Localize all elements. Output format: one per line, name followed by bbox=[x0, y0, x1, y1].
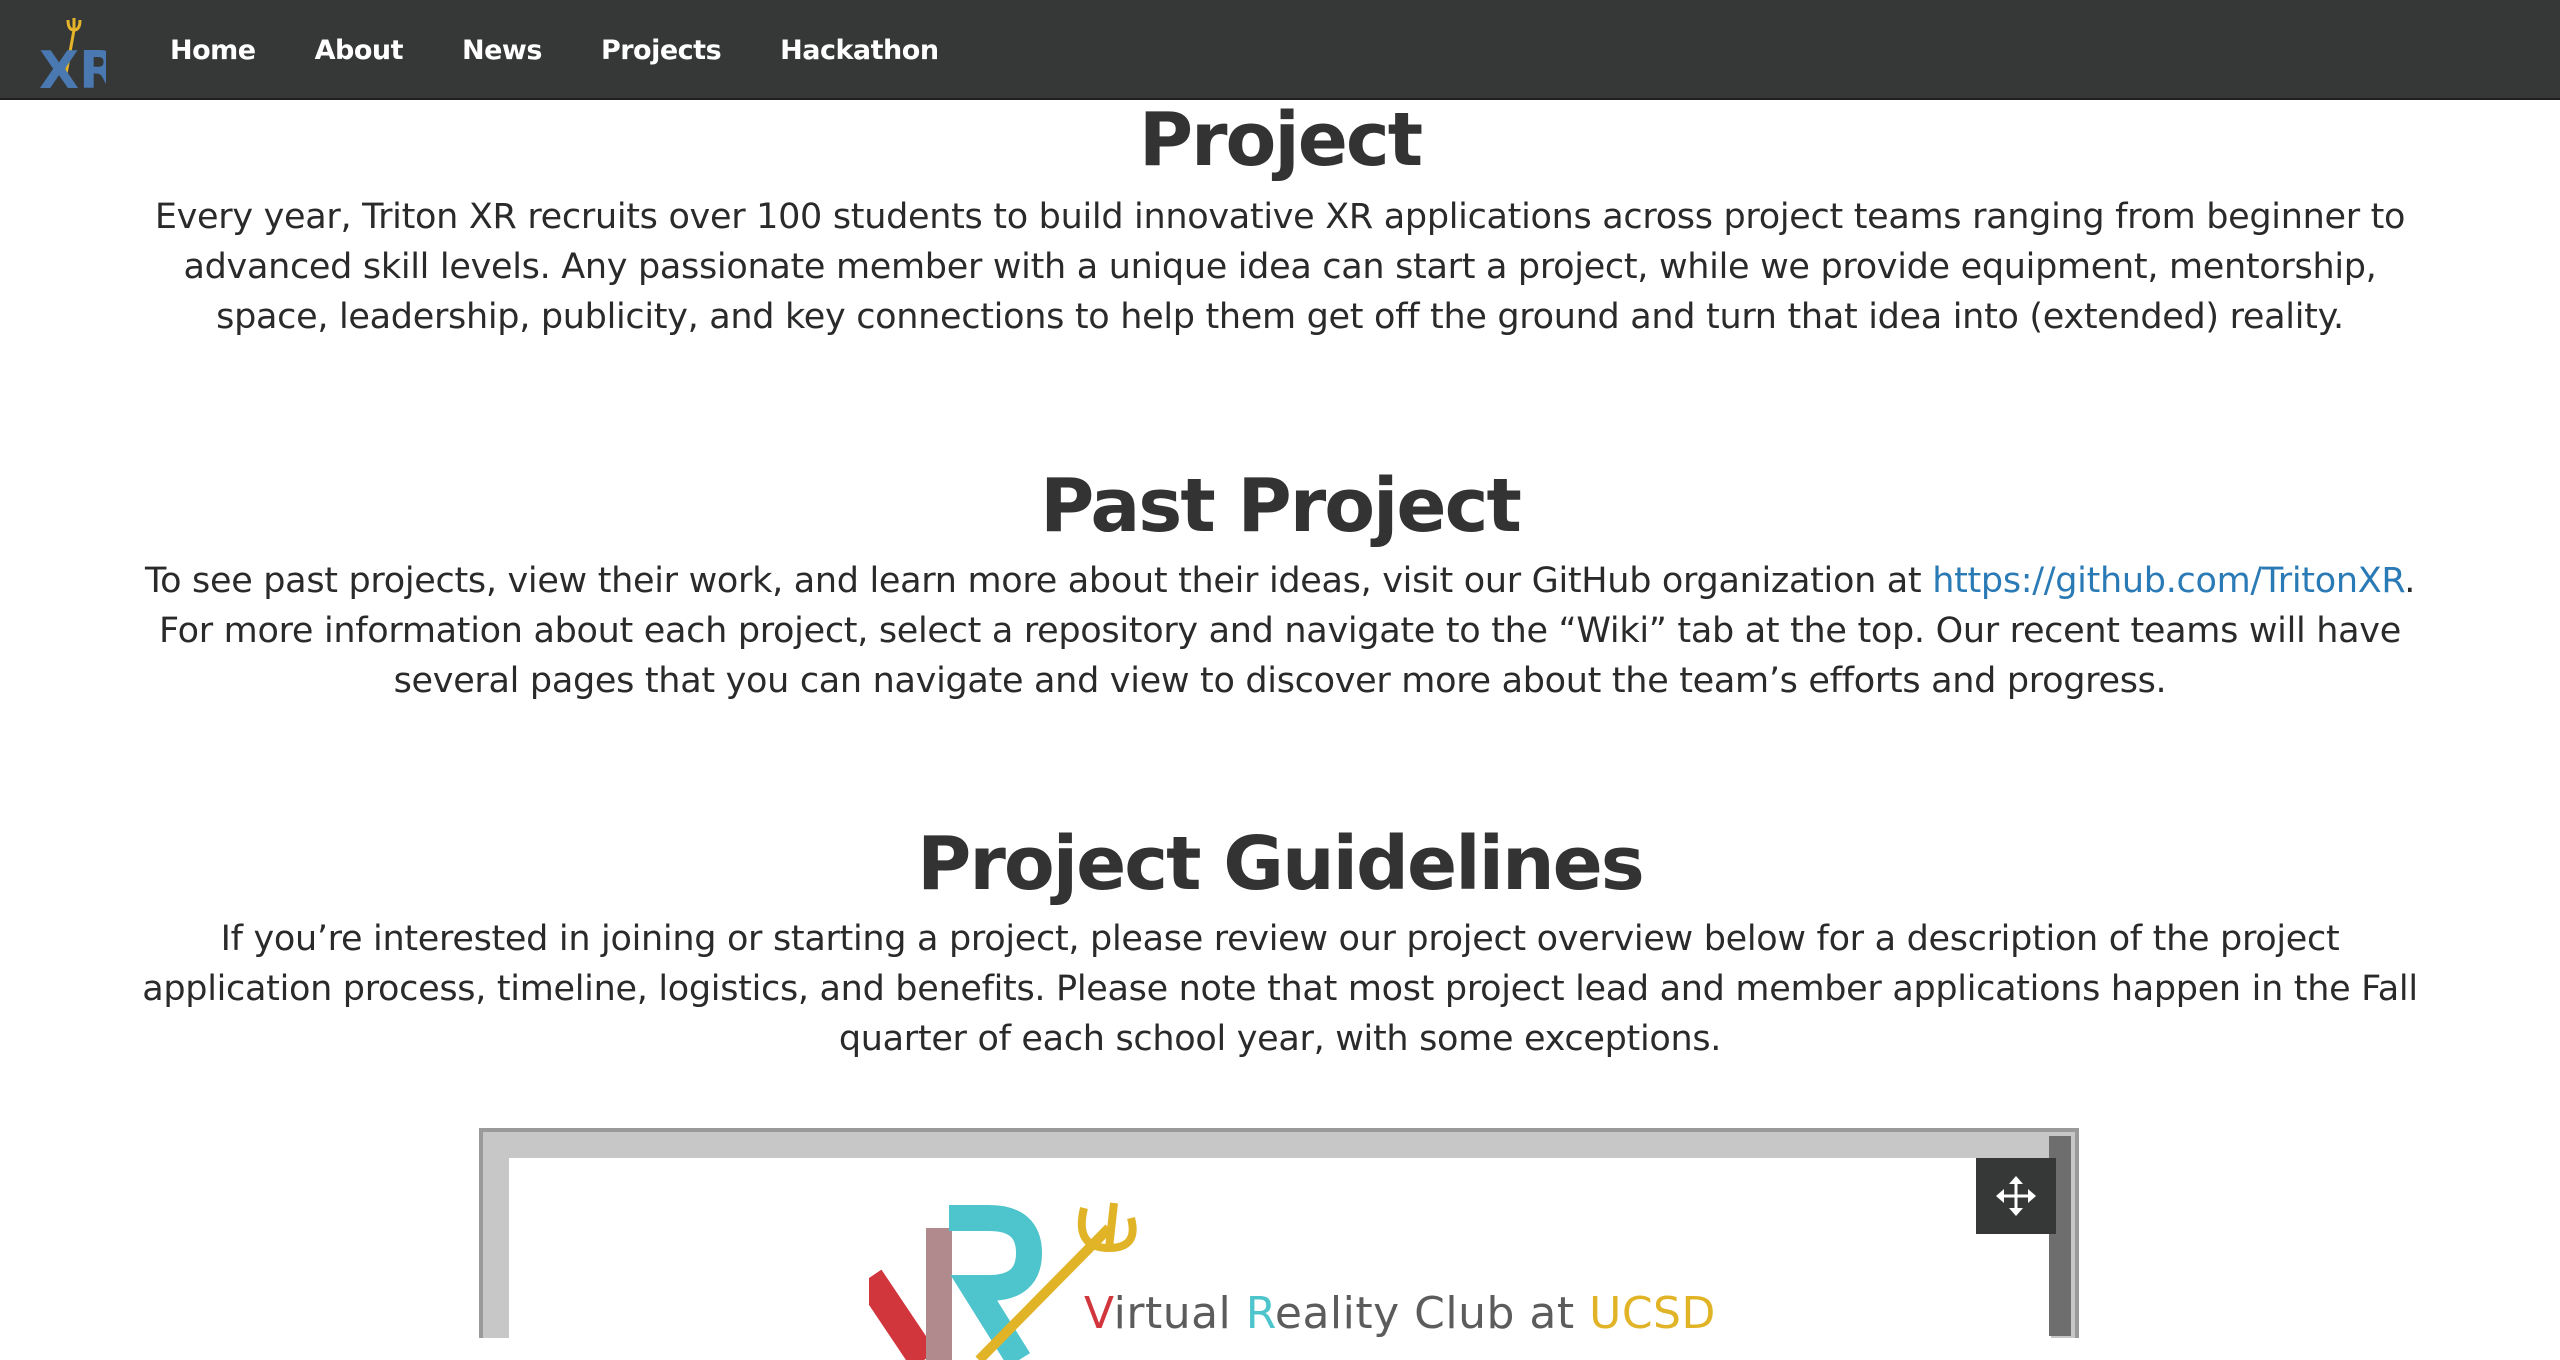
project-description: Every year, Triton XR recruits over 100 … bbox=[154, 197, 2406, 337]
project-section: Project Every year, Triton XR recruits o… bbox=[0, 100, 2560, 342]
nav-home-link[interactable]: Home bbox=[170, 35, 256, 66]
past-project-section: Past Project To see past projects, view … bbox=[0, 456, 2560, 706]
past-project-text-before: To see past projects, view their work, a… bbox=[144, 561, 1933, 601]
move-button[interactable] bbox=[1976, 1158, 2056, 1234]
slide-title-part2: eality Club at bbox=[1274, 1288, 1590, 1339]
nav-news-link[interactable]: News bbox=[462, 35, 542, 66]
embed-slide: Virtual Reality Club at UCSD bbox=[509, 1158, 2051, 1360]
nav-hackathon-link[interactable]: Hackathon bbox=[780, 35, 939, 66]
nav-links: Home About News Projects Hackathon bbox=[170, 0, 998, 100]
svg-text:XR: XR bbox=[39, 41, 106, 92]
slide-title: Virtual Reality Club at UCSD bbox=[1084, 1288, 1716, 1339]
guidelines-description: If you’re interested in joining or start… bbox=[142, 919, 2418, 1059]
project-heading: Project bbox=[1138, 97, 1423, 183]
move-arrows-icon bbox=[1996, 1176, 2036, 1216]
past-project-description: To see past projects, view their work, a… bbox=[130, 556, 2430, 706]
past-project-heading: Past Project bbox=[1040, 463, 1522, 549]
guidelines-heading: Project Guidelines bbox=[917, 821, 1645, 907]
nav-projects-link[interactable]: Projects bbox=[601, 35, 722, 66]
slide-title-v: V bbox=[1084, 1288, 1114, 1339]
nav-about-link[interactable]: About bbox=[315, 35, 404, 66]
slide-title-part1: irtual bbox=[1113, 1288, 1246, 1339]
slide-title-ucsd: UCSD bbox=[1589, 1288, 1716, 1339]
triton-xr-logo[interactable]: XR bbox=[36, 14, 106, 92]
slide-title-r: R bbox=[1245, 1288, 1275, 1339]
project-overview-embed[interactable]: Virtual Reality Club at UCSD bbox=[479, 1128, 2079, 1360]
github-link[interactable]: https://github.com/TritonXR bbox=[1932, 561, 2404, 601]
top-navbar: XR Home About News Projects Hackathon bbox=[0, 0, 2560, 100]
guidelines-section: Project Guidelines If you’re interested … bbox=[0, 814, 2560, 1064]
